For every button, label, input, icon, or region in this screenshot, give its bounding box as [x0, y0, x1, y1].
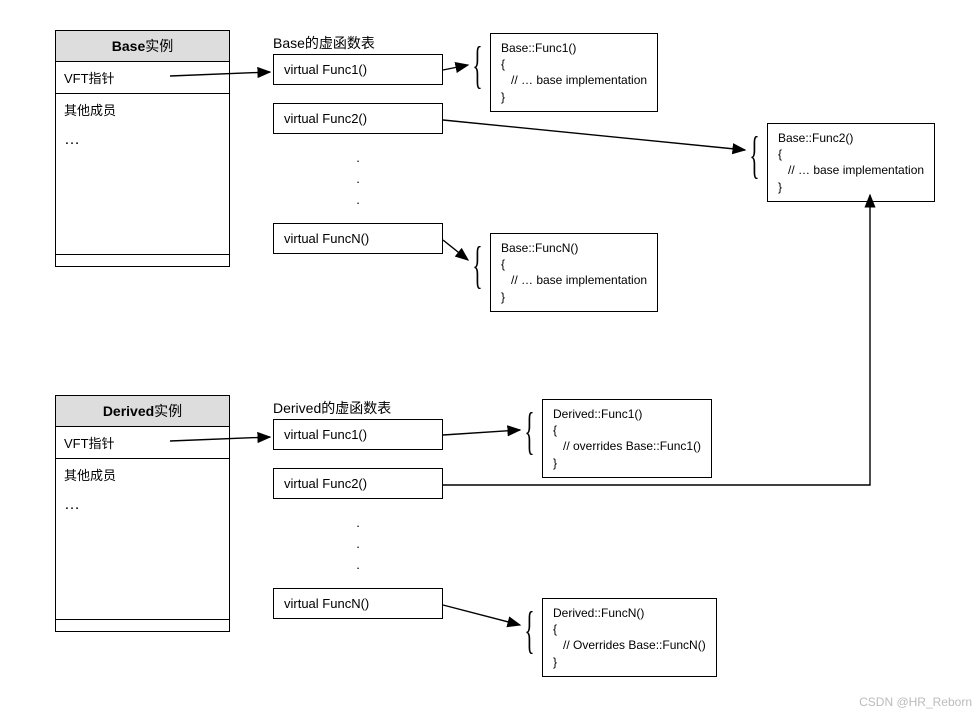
derived-vtable-title: Derived的虚函数表: [273, 398, 391, 418]
brace-derived-funcn: {: [524, 605, 534, 657]
derived-code-func1: Derived::Func1() { // overrides Base::Fu…: [542, 399, 712, 478]
brace-base-funcn: {: [472, 240, 482, 292]
base-members-label: 其他成员: [64, 100, 221, 119]
base-vtable-title: Base的虚函数表: [273, 33, 375, 53]
derived-vtable-row-1: virtual Func1(): [273, 419, 443, 450]
derived-instance-box: Derived实例 VFT指针 其他成员 …: [55, 395, 230, 632]
base-vtable-row-1: virtual Func1(): [273, 54, 443, 85]
base-code-funcn: Base::FuncN() { // … base implementation…: [490, 233, 658, 312]
base-vft-row: VFT指针: [56, 62, 229, 94]
base-vtable-dots: . . .: [273, 134, 443, 224]
base-ellipsis: …: [64, 131, 221, 149]
base-code-func1: Base::Func1() { // … base implementation…: [490, 33, 658, 112]
derived-vtable-row-n: virtual FuncN(): [273, 588, 443, 619]
base-vtable-row-n: virtual FuncN(): [273, 223, 443, 254]
derived-members-label: 其他成员: [64, 465, 221, 484]
brace-base-func2: {: [749, 130, 759, 182]
brace-derived-func1: {: [524, 406, 534, 458]
derived-title-suffix: 实例: [154, 403, 182, 419]
derived-vtable-dots: . . .: [273, 499, 443, 589]
base-instance-header: Base实例: [56, 31, 229, 62]
derived-vtable: virtual Func1() virtual Func2() . . . vi…: [273, 420, 443, 619]
base-code-func2: Base::Func2() { // … base implementation…: [767, 123, 935, 202]
base-instance-box: Base实例 VFT指针 其他成员 …: [55, 30, 230, 267]
derived-instance-footer: [56, 619, 229, 631]
base-vtable-row-2: virtual Func2(): [273, 103, 443, 134]
watermark: CSDN @HR_Reborn: [859, 695, 972, 709]
base-instance-footer: [56, 254, 229, 266]
base-title-bold: Base: [112, 38, 145, 54]
base-vtable: virtual Func1() virtual Func2() . . . vi…: [273, 55, 443, 254]
derived-title-bold: Derived: [103, 403, 154, 419]
derived-members-body: 其他成员 …: [56, 459, 229, 619]
derived-ellipsis: …: [64, 496, 221, 514]
derived-instance-header: Derived实例: [56, 396, 229, 427]
base-members-body: 其他成员 …: [56, 94, 229, 254]
base-title-suffix: 实例: [145, 38, 173, 54]
brace-base-func1: {: [472, 40, 482, 92]
derived-vtable-row-2: virtual Func2(): [273, 468, 443, 499]
derived-vft-row: VFT指针: [56, 427, 229, 459]
derived-code-funcn: Derived::FuncN() { // Overrides Base::Fu…: [542, 598, 717, 677]
